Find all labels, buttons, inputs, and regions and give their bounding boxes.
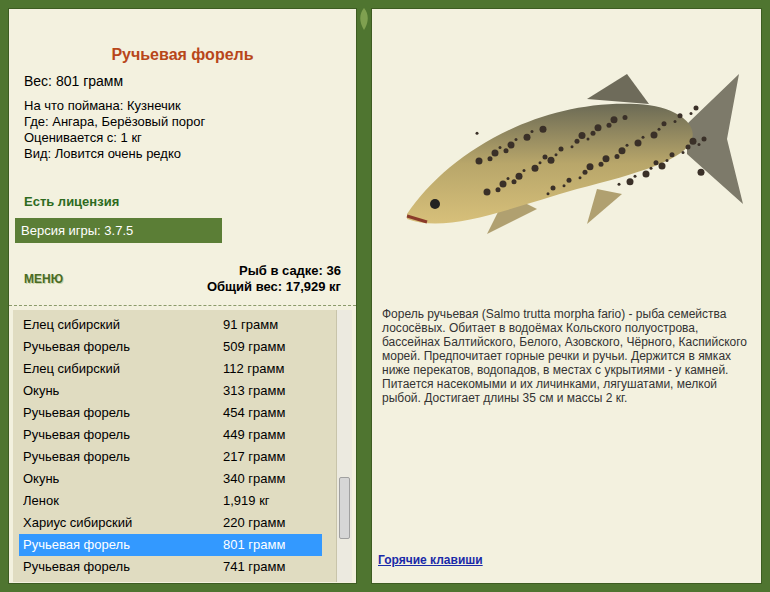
catch-row[interactable]: Елец сибирский112 грамм [19, 358, 322, 380]
fish-title: Ручьевая форель [24, 43, 341, 67]
version-bar: Версия игры: 3.7.5 [15, 218, 222, 244]
catch-row[interactable]: Окунь340 грамм [19, 468, 322, 490]
scrollbar-thumb[interactable] [339, 477, 350, 539]
catch-row[interactable]: Хариус сибирский220 грамм [19, 512, 322, 534]
leaf-ornament-icon [357, 8, 371, 32]
menu-row: МЕНЮ Рыб в садке: 36Общий вес: 17,929 кг [9, 263, 356, 295]
game-window: Ручьевая форель Вес: 801 грамм На что пойм… [0, 0, 770, 592]
cage-count: Рыб в садке: 36 [239, 263, 341, 279]
catch-row[interactable]: Елец сибирский91 грамм [19, 314, 322, 336]
catch-row[interactable]: Ручьевая форель454 грамм [19, 402, 322, 424]
cage-total: Общий вес: 17,929 кг [207, 279, 341, 295]
fish-detail: Где: Ангара, Берёзовый порог [24, 114, 341, 130]
menu-button[interactable]: МЕНЮ [24, 270, 63, 288]
catch-row[interactable]: Ручьевая форель449 грамм [19, 424, 322, 446]
catch-list: Елец сибирский91 граммРучьевая форель509… [13, 310, 352, 582]
fish-illustration-icon [387, 44, 747, 284]
fish-detail: Оценивается с: 1 кг [24, 130, 341, 146]
fish-weight: Вес: 801 грамм [24, 71, 341, 92]
fish-details: На что поймана: КузнечикГде: Ангара, Бер… [24, 98, 341, 162]
catch-row[interactable]: Окунь313 грамм [19, 380, 322, 402]
description-panel: Форель ручьевая (Salmo trutta morpha far… [371, 8, 762, 584]
license-label: Есть лицензия [24, 192, 341, 212]
catch-row[interactable]: Ручьевая форель801 грамм [19, 534, 322, 556]
fish-info-panel: Ручьевая форель Вес: 801 грамм На что пойм… [8, 8, 357, 584]
catch-row[interactable]: Ленок1,919 кг [19, 490, 322, 512]
list-separator [9, 305, 356, 306]
catch-row[interactable]: Ручьевая форель741 грамм [19, 556, 322, 578]
catch-row[interactable]: Ручьевая форель509 грамм [19, 336, 322, 358]
fish-detail: Вид: Ловится очень редко [24, 146, 341, 162]
catch-row[interactable]: Ручьевая форель217 грамм [19, 446, 322, 468]
catch-rows: Елец сибирский91 граммРучьевая форель509… [13, 310, 336, 582]
hotkeys-link[interactable]: Горячие клавиши [372, 551, 761, 583]
fish-card: Ручьевая форель Вес: 801 грамм На что пойм… [9, 9, 356, 212]
fish-picture [372, 9, 761, 299]
fish-detail: На что поймана: Кузнечик [24, 98, 341, 114]
scrollbar[interactable] [336, 310, 352, 582]
fish-description: Форель ручьевая (Salmo trutta morpha far… [372, 307, 761, 405]
cage-summary: Рыб в садке: 36Общий вес: 17,929 кг [207, 263, 341, 295]
panel-divider [357, 8, 371, 584]
